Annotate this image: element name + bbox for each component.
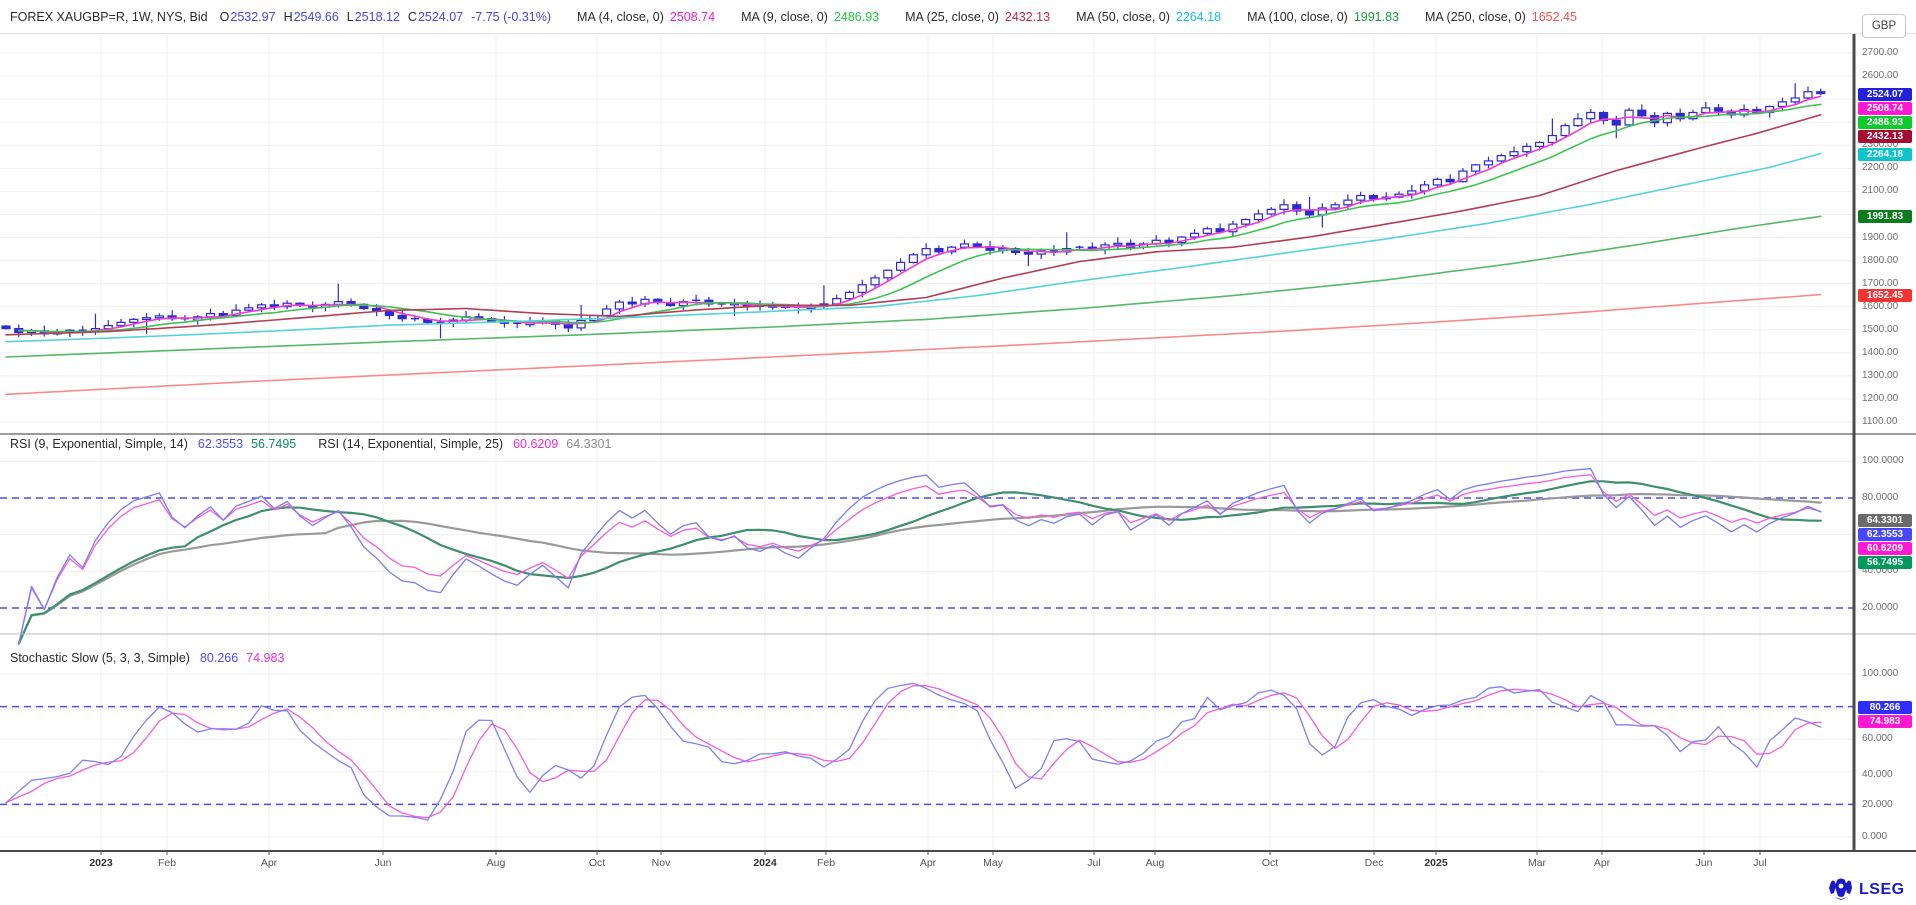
legend-text: 62.3553: [198, 437, 243, 451]
legend-text: 2532.97: [230, 10, 275, 24]
axis-tick-label: 1100.00: [1862, 416, 1897, 427]
legend-text: MA (9, close, 0): [741, 10, 828, 24]
time-label: Jul: [1087, 857, 1100, 869]
legend-text: L: [347, 10, 354, 24]
axis-tick-label: 0.000: [1862, 831, 1887, 842]
legend-text: MA (250, close, 0): [1425, 10, 1526, 24]
time-label: Apr: [920, 857, 936, 869]
axis-tick-label: 80.0000: [1862, 492, 1898, 503]
chart-canvas[interactable]: [0, 0, 1916, 905]
legend-text: 2264.18: [1176, 10, 1221, 24]
axis-tick-label: 20.000: [1862, 799, 1893, 810]
legend-text: 2549.66: [294, 10, 339, 24]
axis-tick-label: 1900.00: [1862, 232, 1898, 243]
axis-tick-label: 100.0000: [1862, 455, 1904, 466]
price-badge: 2432.13: [1858, 130, 1912, 143]
legend-text: 56.7495: [251, 437, 296, 451]
legend-text: 2486.93: [834, 10, 879, 24]
legend-text: MA (25, close, 0): [905, 10, 999, 24]
lseg-logo-text: LSEG: [1859, 881, 1905, 899]
time-label: Oct: [589, 857, 605, 869]
time-label: Jun: [375, 857, 392, 869]
legend-text: 1652.45: [1532, 10, 1577, 24]
axis-tick-label: 1300.00: [1862, 370, 1898, 381]
currency-button[interactable]: GBP: [1862, 14, 1906, 38]
stoch-panel-title[interactable]: Stochastic Slow (5, 3, 3, Simple) 80.266 7…: [10, 651, 284, 665]
time-label: Apr: [261, 857, 277, 869]
legend-text: 2432.13: [1005, 10, 1050, 24]
legend-text: 2518.12: [355, 10, 400, 24]
time-label: 2025: [1424, 857, 1447, 869]
legend-text: FOREX XAUGBP=R, 1W, NYS, Bid: [10, 10, 208, 24]
time-label: Oct: [1262, 857, 1278, 869]
axis-tick-label: 1600.00: [1862, 301, 1898, 312]
legend-text: MA (50, close, 0): [1076, 10, 1170, 24]
price-badge: 2486.93: [1858, 116, 1912, 129]
time-label: Jun: [1696, 857, 1713, 869]
time-label: 2024: [753, 857, 776, 869]
price-badge: 2524.07: [1858, 88, 1912, 101]
axis-tick-label: 40.000: [1862, 769, 1893, 780]
legend-text: RSI (14, Exponential, Simple, 25): [318, 437, 503, 451]
legend-text: RSI (9, Exponential, Simple, 14): [10, 437, 188, 451]
price-badge: 2264.18: [1858, 148, 1912, 161]
legend-text: 80.266: [200, 651, 238, 665]
lseg-crest-icon: [1828, 878, 1854, 902]
price-badge: 1652.45: [1858, 289, 1912, 302]
time-label: Aug: [1146, 857, 1165, 869]
price-badge: 64.3301: [1858, 514, 1912, 527]
time-label: Apr: [1594, 857, 1610, 869]
legend-text: H: [284, 10, 293, 24]
header-divider: [0, 33, 1916, 34]
axis-tick-label: 1200.00: [1862, 393, 1898, 404]
axis-tick-label: 2100.00: [1862, 185, 1898, 196]
charting-app: FOREX XAUGBP=R, 1W, NYS, Bid O2532.97 H254…: [0, 0, 1916, 905]
price-badge: 80.266: [1858, 701, 1912, 714]
price-badge: 62.3553: [1858, 528, 1912, 541]
time-label: Nov: [652, 857, 671, 869]
time-label: Dec: [1365, 857, 1384, 869]
axis-tick-label: 1700.00: [1862, 278, 1898, 289]
legend-text: 2524.07: [418, 10, 463, 24]
price-badge: 56.7495: [1858, 556, 1912, 569]
price-badge: 2508.74: [1858, 102, 1912, 115]
legend-text: 64.3301: [566, 437, 611, 451]
axis-tick-label: 60.000: [1862, 733, 1893, 744]
time-label: Feb: [158, 857, 176, 869]
axis-tick-label: 2200.00: [1862, 162, 1898, 173]
legend-text: -7.75 (-0.31%): [471, 10, 551, 24]
legend-text: 74.983: [246, 651, 284, 665]
axis-tick-label: 1500.00: [1862, 324, 1898, 335]
price-badge: 74.983: [1858, 715, 1912, 728]
axis-tick-label: 2600.00: [1862, 70, 1898, 81]
axis-tick-label: 20.0000: [1862, 602, 1898, 613]
legend-text: C: [408, 10, 417, 24]
legend-text: MA (100, close, 0): [1247, 10, 1348, 24]
axis-tick-label: 1800.00: [1862, 255, 1898, 266]
time-label: Feb: [817, 857, 835, 869]
legend-text: MA (4, close, 0): [577, 10, 664, 24]
axis-tick-label: 1400.00: [1862, 347, 1898, 358]
time-label: 2023: [89, 857, 112, 869]
legend-text: 60.6209: [513, 437, 558, 451]
legend-text: 1991.83: [1354, 10, 1399, 24]
price-badge: 60.6209: [1858, 542, 1912, 555]
rsi-panel-title[interactable]: RSI (9, Exponential, Simple, 14) 62.3553 5…: [10, 437, 611, 451]
time-label: May: [983, 857, 1003, 869]
lseg-logo: LSEG: [1828, 878, 1905, 902]
legend-text: O: [220, 10, 230, 24]
legend-text: 2508.74: [670, 10, 715, 24]
time-label: Mar: [1528, 857, 1546, 869]
time-label: Jul: [1753, 857, 1766, 869]
legend-text: Stochastic Slow (5, 3, 3, Simple): [10, 651, 190, 665]
time-label: Aug: [487, 857, 506, 869]
price-badge: 1991.83: [1858, 210, 1912, 223]
axis-tick-label: 100.000: [1862, 668, 1898, 679]
chart-legend-bar[interactable]: FOREX XAUGBP=R, 1W, NYS, Bid O2532.97 H254…: [10, 0, 1577, 33]
axis-tick-label: 2700.00: [1862, 47, 1898, 58]
